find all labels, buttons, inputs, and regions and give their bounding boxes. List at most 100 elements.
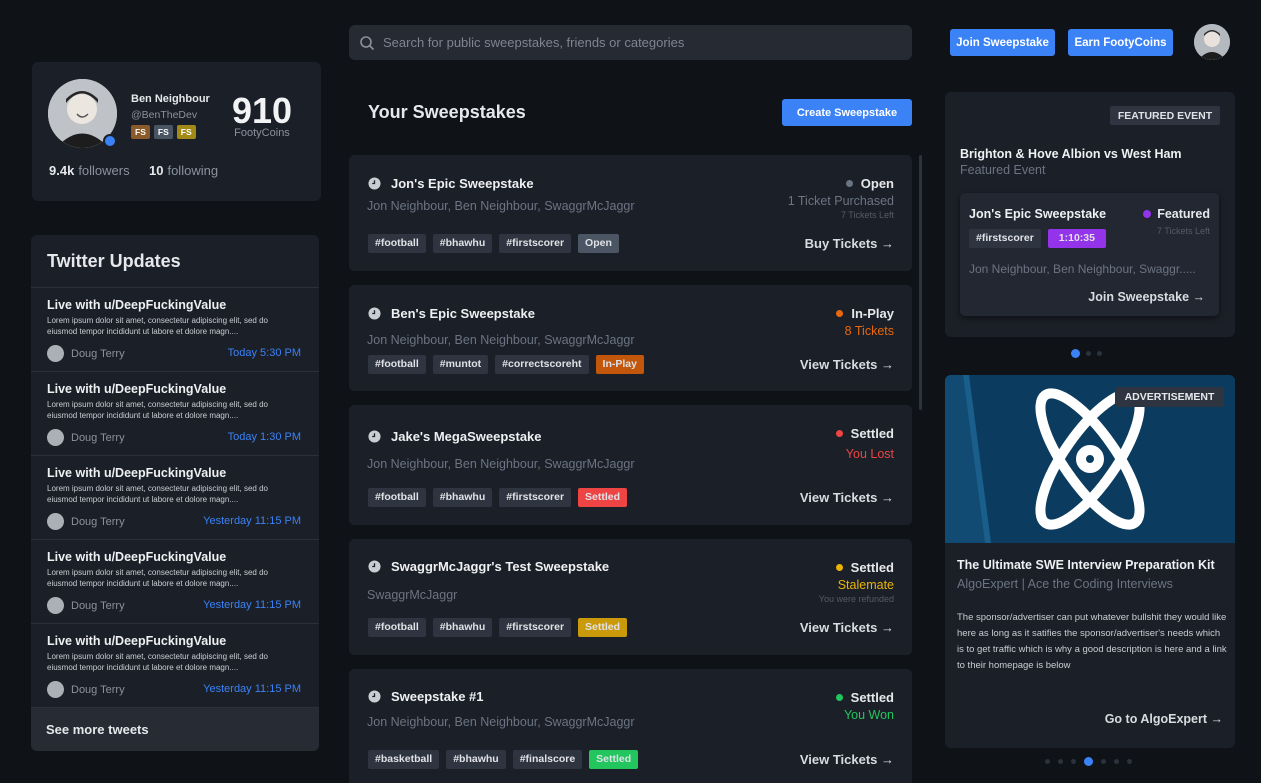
tag-list: #football #bhawhu #firstscorer Settled <box>368 618 628 637</box>
tag[interactable]: #football <box>368 618 426 637</box>
user-avatar[interactable] <box>1194 24 1230 60</box>
tag[interactable]: #football <box>368 234 426 253</box>
sweepstake-card[interactable]: Jon's Epic Sweepstake Jon Neighbour, Ben… <box>349 155 912 271</box>
tag-list: #football #muntot #correctscoreht In-Pla… <box>368 355 644 374</box>
following-link[interactable]: 10 following <box>149 163 218 178</box>
tweet-author[interactable]: Doug Terry <box>47 597 125 614</box>
clock-icon <box>368 690 381 703</box>
search-bar[interactable] <box>349 25 912 60</box>
tweet-author[interactable]: Doug Terry <box>47 345 125 362</box>
tag[interactable]: #bhawhu <box>432 618 493 637</box>
tag[interactable]: #basketball <box>368 750 440 769</box>
pager-dot[interactable] <box>1084 757 1093 766</box>
view-tickets-link[interactable]: View Tickets → <box>800 490 894 505</box>
ad-pager[interactable] <box>1045 757 1132 766</box>
tag[interactable]: #football <box>368 355 426 374</box>
tweet-body: Lorem ipsum dolor sit amet, consectetur … <box>47 400 268 420</box>
tweet-body: Lorem ipsum dolor sit amet, consectetur … <box>47 568 268 588</box>
tag-list: #basketball #bhawhu #finalscore Settled <box>368 750 639 769</box>
view-tickets-link[interactable]: View Tickets → <box>800 357 894 372</box>
pager-dot[interactable] <box>1058 759 1063 764</box>
pager-dot[interactable] <box>1071 349 1080 358</box>
pager-dot[interactable] <box>1127 759 1132 764</box>
join-sweepstake-button[interactable]: Join Sweepstake <box>950 29 1055 56</box>
status-indicator: Settled <box>835 690 894 705</box>
clock-icon <box>368 307 381 320</box>
following-label: following <box>167 163 219 178</box>
tag[interactable]: #bhawhu <box>432 234 493 253</box>
sweepstake-name: Sweepstake #1 <box>391 689 484 704</box>
sweepstake-users: Jon Neighbour, Ben Neighbour, SwaggrMcJa… <box>367 333 635 347</box>
scrollbar[interactable] <box>919 155 922 410</box>
sweepstake-name: Jon's Epic Sweepstake <box>391 176 534 191</box>
ad-image[interactable]: ADVERTISEMENT <box>945 375 1235 543</box>
featured-event-panel: FEATURED EVENT Brighton & Hove Albion vs… <box>945 92 1235 337</box>
tweet-author[interactable]: Doug Terry <box>47 681 125 698</box>
tag[interactable]: #football <box>368 488 426 507</box>
pager-dot[interactable] <box>1045 759 1050 764</box>
search-input[interactable] <box>383 35 883 50</box>
badge-silver: FS <box>153 125 173 139</box>
pager-dot[interactable] <box>1071 759 1076 764</box>
tag[interactable]: #muntot <box>432 355 489 374</box>
status-dot <box>1143 210 1152 218</box>
online-status-dot <box>103 134 117 148</box>
following-count: 10 <box>149 163 164 178</box>
featured-title: Brighton & Hove Albion vs West Ham <box>960 147 1182 161</box>
status-label: In-Play <box>851 306 894 321</box>
see-more-tweets-button[interactable]: See more tweets <box>31 708 319 751</box>
featured-sweepstake-card[interactable]: Jon's Epic Sweepstake Featured 7 Tickets… <box>960 193 1219 316</box>
tweet-item[interactable]: Live with u/DeepFuckingValue Lorem ipsum… <box>31 288 319 372</box>
sweepstake-card[interactable]: Jake's MegaSweepstake Jon Neighbour, Ben… <box>349 405 912 525</box>
tag[interactable]: #bhawhu <box>432 488 493 507</box>
ad-description: The sponsor/advertiser can put whatever … <box>957 612 1227 671</box>
pager-dot[interactable] <box>1114 759 1119 764</box>
profile-handle: @BenTheDev <box>131 109 198 121</box>
followers-link[interactable]: 9.4k followers <box>49 163 130 178</box>
pager-dot[interactable] <box>1086 351 1091 356</box>
sweepstake-card[interactable]: Ben's Epic Sweepstake Jon Neighbour, Ben… <box>349 285 912 391</box>
tweet-item[interactable]: Live with u/DeepFuckingValue Lorem ipsum… <box>31 540 319 624</box>
status-dot <box>836 310 844 317</box>
tag[interactable]: #firstscorer <box>969 229 1041 248</box>
view-tickets-link[interactable]: View Tickets → <box>800 752 894 767</box>
status-detail: You Won <box>843 708 894 722</box>
view-tickets-link[interactable]: View Tickets → <box>800 620 894 635</box>
tweet-item[interactable]: Live with u/DeepFuckingValue Lorem ipsum… <box>31 372 319 456</box>
tag[interactable]: #finalscore <box>512 750 583 769</box>
tweet-item[interactable]: Live with u/DeepFuckingValue Lorem ipsum… <box>31 456 319 540</box>
sweepstake-name: Ben's Epic Sweepstake <box>391 306 535 321</box>
tweet-author[interactable]: Doug Terry <box>47 513 125 530</box>
tag[interactable]: #bhawhu <box>446 750 506 769</box>
profile-badges: FS FS FS <box>131 125 196 139</box>
pager-dot[interactable] <box>1097 351 1102 356</box>
tweet-title: Live with u/DeepFuckingValue <box>47 382 227 396</box>
author-avatar <box>47 345 64 362</box>
page-title: Your Sweepstakes <box>368 102 526 122</box>
tweet-author[interactable]: Doug Terry <box>47 429 125 446</box>
author-name: Doug Terry <box>71 431 125 444</box>
tag[interactable]: #firstscorer <box>499 618 572 637</box>
tag-list: #football #bhawhu #firstscorer Open <box>368 234 619 253</box>
advertisement-panel[interactable]: ADVERTISEMENT The Ultimate SWE Interview… <box>945 375 1235 748</box>
featured-pager[interactable] <box>1071 349 1102 358</box>
status-indicator: Settled <box>835 560 894 575</box>
sweepstake-card[interactable]: Sweepstake #1 Jon Neighbour, Ben Neighbo… <box>349 669 912 783</box>
go-to-algoexpert-link[interactable]: Go to AlgoExpert → <box>1105 712 1223 726</box>
clock-icon <box>368 430 381 443</box>
tweet-item[interactable]: Live with u/DeepFuckingValue Lorem ipsum… <box>31 624 319 708</box>
create-sweepstake-button[interactable]: Create Sweepstake <box>782 99 912 126</box>
join-sweepstake-link[interactable]: Join Sweepstake → <box>1088 290 1205 304</box>
ad-title: The Ultimate SWE Interview Preparation K… <box>957 558 1215 572</box>
buy-tickets-link[interactable]: Buy Tickets → <box>805 236 894 251</box>
tag[interactable]: #firstscorer <box>499 234 572 253</box>
sweepstake-name: Jake's MegaSweepstake <box>391 429 542 444</box>
tag[interactable]: #firstscorer <box>499 488 572 507</box>
earn-footycoins-button[interactable]: Earn FootyCoins <box>1068 29 1173 56</box>
tag[interactable]: #correctscoreht <box>495 355 589 374</box>
tickets-left: 7 Tickets Left <box>1156 226 1210 236</box>
pager-dot[interactable] <box>1101 759 1106 764</box>
status-indicator: Featured <box>1143 207 1210 221</box>
sweepstake-card[interactable]: SwaggrMcJaggr's Test Sweepstake SwaggrMc… <box>349 539 912 655</box>
twitter-title: Twitter Updates <box>31 235 319 288</box>
